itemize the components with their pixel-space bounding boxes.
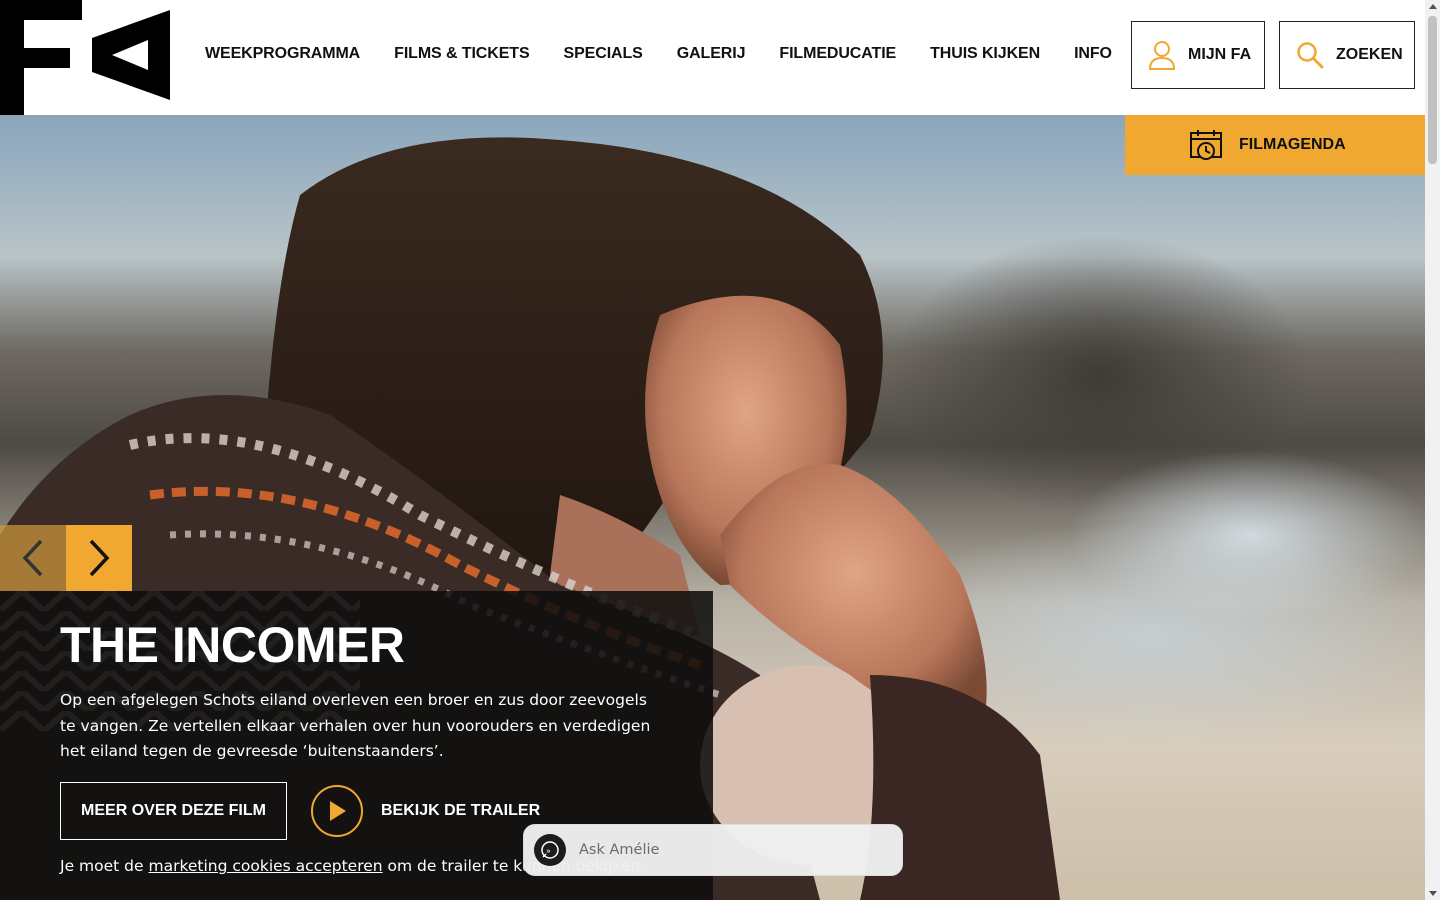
filmagenda-button[interactable]: FILMAGENDA [1125,115,1425,175]
search-button[interactable]: ZOEKEN [1279,21,1415,89]
svg-text:»: » [546,847,551,856]
accept-marketing-cookies-link[interactable]: marketing cookies accepteren [148,857,382,875]
mijn-fa-label: MIJN FA [1188,46,1252,63]
chevron-left-icon [22,539,43,577]
chat-bubble-icon[interactable]: » [534,834,566,866]
user-icon [1148,41,1176,70]
nav-filmeducatie[interactable]: FILMEDUCATIE [762,45,913,63]
main-nav: WEEKPROGRAMMA FILMS & TICKETS SPECIALS G… [188,0,1129,108]
search-icon [1297,42,1324,69]
nav-specials[interactable]: SPECIALS [547,45,660,63]
fa-logo[interactable] [0,0,170,115]
carousel-prev-button[interactable] [0,525,66,591]
scroll-up-icon[interactable] [1429,4,1437,9]
nav-thuis-kijken[interactable]: THUIS KIJKEN [913,45,1057,63]
chat-widget[interactable]: » [523,824,903,876]
scroll-thumb[interactable] [1428,16,1437,164]
film-description: Op een afgelegen Schots eiland overleven… [60,691,651,760]
chat-input[interactable] [579,842,879,858]
calendar-clock-icon [1190,130,1222,160]
search-label: ZOEKEN [1336,46,1403,63]
nav-galerij[interactable]: GALERIJ [660,45,763,63]
filmagenda-label: FILMAGENDA [1239,136,1346,153]
site-header: WEEKPROGRAMMA FILMS & TICKETS SPECIALS G… [0,0,1425,115]
chevron-right-icon [89,539,110,577]
trailer-label: BEKIJK DE TRAILER [381,802,541,819]
nav-info[interactable]: INFO [1057,45,1129,63]
mijn-fa-button[interactable]: MIJN FA [1131,21,1265,89]
watch-trailer-button[interactable]: BEKIJK DE TRAILER [311,784,540,838]
play-icon [311,785,363,837]
nav-films-tickets[interactable]: FILMS & TICKETS [377,45,546,63]
cookie-prefix: Je moet de [60,857,149,875]
page-scrollbar[interactable] [1425,0,1440,900]
scroll-down-icon[interactable] [1429,891,1437,896]
nav-weekprogramma[interactable]: WEEKPROGRAMMA [188,45,377,63]
more-about-film-button[interactable]: MEER OVER DEZE FILM [60,782,287,840]
carousel-next-button[interactable] [66,525,132,591]
film-title: THE INCOMER [60,617,405,673]
